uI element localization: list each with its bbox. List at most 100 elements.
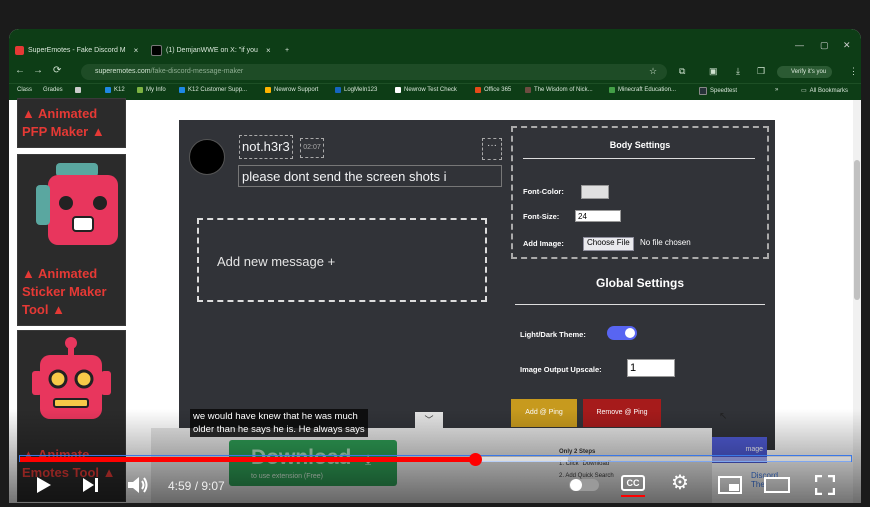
bookmark-logmein[interactable]: LogMeIn123	[335, 87, 377, 93]
avatar[interactable]	[189, 139, 225, 175]
x-logo-icon	[151, 44, 162, 56]
font-size-label: Font-Size:	[523, 212, 560, 221]
emotes-tool-card[interactable]: ▲ Animate Emotes Tool ▲	[17, 330, 126, 502]
tab-title: SuperEmotes - Fake Discord M	[28, 46, 126, 54]
bookmark-newrow-support[interactable]: Newrow Support	[265, 87, 318, 93]
miniplayer-icon[interactable]	[718, 476, 742, 494]
download-icon[interactable]: ⤓	[736, 66, 740, 77]
bookmark-wisdom[interactable]: The Wisdom of Nick...	[525, 87, 593, 93]
fire-icon: ▲	[52, 302, 65, 317]
close-tab-icon[interactable]: ×	[134, 46, 139, 55]
bookmark-office365[interactable]: Office 365	[475, 87, 511, 93]
autoplay-toggle[interactable]	[569, 479, 599, 491]
url-path: /fake-discord-message-maker	[150, 68, 244, 75]
reading-list-icon[interactable]: ▣	[709, 66, 718, 77]
address-bar[interactable]: superemotes.com/fake-discord-message-mak…	[81, 64, 667, 80]
page-scrollbar[interactable]	[853, 100, 861, 503]
download-extension-popup: Download ⤓ to use extension (Free) Only …	[151, 428, 778, 503]
message-input[interactable]: please dont send the screen shots i	[238, 165, 502, 187]
body-settings-panel: Body Settings Font-Color: Font-Size: 24 …	[511, 126, 769, 259]
forward-arrow-icon[interactable]: →	[33, 65, 43, 76]
divider	[523, 158, 755, 159]
steps-list: Only 2 Steps 1. Click "Download" 2. Add …	[559, 449, 614, 479]
bookmark-apps[interactable]	[75, 87, 81, 93]
bookmark-my-info[interactable]: My Info	[137, 87, 166, 93]
verify-profile-button[interactable]: Verify it's you	[777, 66, 833, 78]
bookmark-class[interactable]: Class	[17, 87, 32, 93]
subtitles-button[interactable]: CC	[621, 475, 645, 491]
copy-icon[interactable]: ❐	[757, 66, 765, 77]
card-title: ▲ Animate Emotes Tool ▲	[22, 447, 116, 480]
theater-mode-icon[interactable]	[764, 477, 790, 493]
bookmarks-overflow[interactable]: »	[775, 87, 778, 93]
fullscreen-icon[interactable]	[815, 475, 835, 495]
fire-icon: ▲	[22, 266, 35, 281]
tab-superemotes[interactable]: SuperEmotes - Fake Discord M ×	[15, 41, 143, 59]
bookmark-star-icon[interactable]: ☆	[649, 66, 657, 77]
pause-icon	[570, 479, 582, 491]
tab-x-post[interactable]: (1) DemjanWWE on X: "if you ×	[151, 41, 281, 59]
timestamp-field[interactable]: 02:07	[300, 138, 324, 158]
pfp-maker-card[interactable]: ▲ Animated PFP Maker ▲	[17, 98, 126, 148]
robot-sticker-icon	[36, 163, 118, 245]
url-host: superemotes.com	[95, 68, 151, 75]
all-bookmarks[interactable]: ▭ All Bookmarks	[801, 87, 848, 95]
upscale-input[interactable]: 1	[627, 359, 675, 377]
file-status: No file chosen	[640, 238, 691, 247]
bookmark-k12[interactable]: K12	[105, 87, 125, 93]
font-color-label: Font-Color:	[523, 187, 564, 196]
time-display: 4:59 / 9:07	[168, 479, 225, 493]
reload-icon[interactable]: ⟳	[53, 65, 61, 76]
add-message-button[interactable]: Add new message +	[197, 218, 487, 302]
upscale-label: Image Output Upscale:	[520, 365, 602, 374]
back-arrow-icon[interactable]: ←	[15, 65, 25, 76]
add-image-label: Add Image:	[523, 239, 564, 248]
download-button[interactable]: Download ⤓ to use extension (Free)	[229, 440, 397, 486]
plus-icon: +	[285, 46, 290, 54]
global-settings-title: Global Settings	[595, 276, 684, 290]
bookmark-minecraft[interactable]: Minecraft Education...	[609, 87, 676, 93]
font-color-picker[interactable]	[581, 185, 609, 199]
video-frame: SuperEmotes - Fake Discord M × (1) Demja…	[9, 29, 861, 503]
fire-icon: ▲	[102, 465, 116, 480]
close-window-icon[interactable]: ✕	[843, 40, 851, 51]
bookmark-grades[interactable]: Grades	[43, 87, 63, 93]
body-settings-title: Body Settings	[609, 140, 671, 150]
divider	[515, 304, 765, 305]
bookmark-k12-customer[interactable]: K12 Customer Supp...	[179, 87, 247, 93]
new-tab-button[interactable]: +	[285, 41, 289, 59]
fire-icon: ▲	[91, 124, 105, 139]
play-icon[interactable]	[36, 476, 52, 494]
mouse-cursor-icon: ↖	[719, 411, 728, 422]
theme-toggle[interactable]	[607, 326, 637, 340]
video-caption: we would have knew that he was much older…	[190, 409, 368, 437]
extensions-icon[interactable]: ⧉	[679, 66, 685, 77]
played-bar	[20, 457, 475, 462]
close-tab-icon[interactable]: ×	[266, 46, 271, 55]
robot-emote-icon	[32, 337, 111, 419]
sticker-maker-card[interactable]: ▲ Animated Sticker Maker Tool ▲	[17, 154, 126, 326]
collapse-popup-button[interactable]: ﹀	[415, 412, 443, 428]
maximize-icon[interactable]: ▢	[820, 40, 829, 51]
subtitles-active-indicator	[621, 495, 645, 497]
scrubber-handle[interactable]	[468, 453, 482, 466]
choose-file-button[interactable]: Choose File	[583, 237, 634, 251]
username-field[interactable]: not.h3r3	[239, 135, 293, 159]
settings-gear-icon[interactable]: ⚙	[671, 470, 689, 495]
bookmark-speedtest[interactable]: Speedtest	[699, 87, 737, 95]
progress-bar[interactable]	[20, 457, 851, 462]
browser-toolbar: ← → ⟳ superemotes.com/fake-discord-messa…	[9, 61, 861, 83]
menu-kebab-icon[interactable]: ⋮	[849, 66, 858, 77]
add-ping-button[interactable]: Add @ Ping	[511, 399, 577, 427]
next-icon[interactable]	[82, 476, 100, 494]
remove-ping-button[interactable]: Remove @ Ping	[583, 399, 661, 427]
volume-icon[interactable]	[127, 475, 149, 495]
font-size-input[interactable]: 24	[575, 210, 621, 222]
page-content: ▲ Animated PFP Maker ▲ ▲ Animated Sticke…	[9, 98, 861, 503]
message-options-button[interactable]: ···	[482, 138, 502, 160]
bookmark-newrow-test[interactable]: Newrow Test Check	[395, 87, 457, 93]
folder-icon: ▭	[801, 88, 807, 94]
download-sublabel: to use extension (Free)	[251, 473, 323, 480]
minimize-icon[interactable]: —	[795, 40, 804, 50]
card-title: ▲ Animated Sticker Maker Tool ▲	[22, 266, 107, 317]
